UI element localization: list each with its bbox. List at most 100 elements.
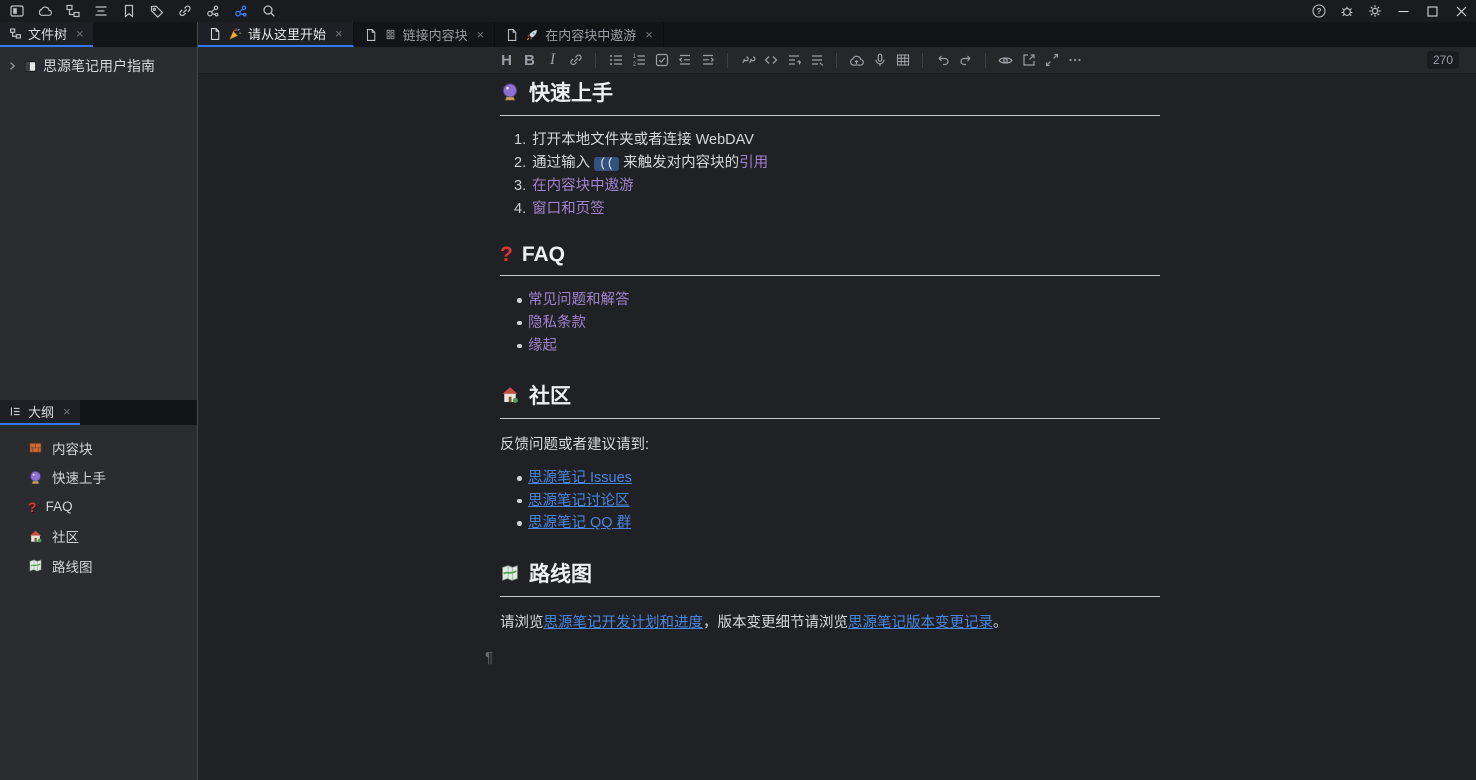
unordered-list-button[interactable] bbox=[605, 50, 626, 71]
list-item[interactable]: 2. 通过输入((来触发对内容块的引用 bbox=[500, 152, 1160, 176]
brick-emoji bbox=[28, 440, 43, 455]
open-window-button[interactable] bbox=[1018, 50, 1039, 71]
heading-faq[interactable]: ? FAQ bbox=[500, 241, 1160, 276]
table-button[interactable] bbox=[892, 50, 913, 71]
chevron-right-icon[interactable] bbox=[6, 60, 18, 72]
file-icon bbox=[364, 28, 378, 42]
tree-item-label: 思源笔记用户指南 bbox=[43, 56, 155, 76]
record-audio-button[interactable] bbox=[869, 50, 890, 71]
external-link[interactable]: 思源笔记版本变更记录 bbox=[848, 615, 993, 631]
task-list-button[interactable] bbox=[651, 50, 672, 71]
list-item[interactable]: 3. 在内容块中遨游 bbox=[500, 175, 1160, 198]
cloud-upload-button[interactable] bbox=[846, 50, 867, 71]
italic-button[interactable]: I bbox=[542, 50, 563, 71]
tab-roam-content-blocks[interactable]: 在内容块中遨游 × bbox=[495, 22, 664, 47]
bookmark-icon[interactable] bbox=[115, 0, 143, 22]
close-icon[interactable]: × bbox=[335, 26, 343, 41]
heading-quickstart[interactable]: 快速上手 bbox=[500, 75, 1160, 116]
inline-code-button[interactable] bbox=[760, 50, 781, 71]
graph-icon-active[interactable] bbox=[227, 0, 255, 22]
close-icon[interactable]: × bbox=[645, 27, 653, 42]
settings-icon[interactable] bbox=[1361, 0, 1389, 22]
quickstart-list: 1. 打开本地文件夹或者连接 WebDAV 2. 通过输入((来触发对内容块的引… bbox=[500, 129, 1160, 220]
community-intro[interactable]: 反馈问题或者建议请到: bbox=[500, 433, 1160, 454]
workspace-icon[interactable] bbox=[3, 0, 31, 22]
list-item[interactable]: 常见问题和解答 bbox=[500, 289, 1160, 312]
roadmap-paragraph[interactable]: 请浏览思源笔记开发计划和进度，版本变更细节请浏览思源笔记版本变更记录。 bbox=[500, 611, 1160, 632]
question-mark-emoji: ? bbox=[500, 243, 513, 267]
block-ref-link[interactable]: 常见问题和解答 bbox=[528, 292, 630, 308]
flowchart-icon[interactable] bbox=[59, 0, 87, 22]
tab-start-here[interactable]: 请从这里开始 × bbox=[198, 22, 354, 47]
block-ref-link[interactable]: 引用 bbox=[739, 155, 768, 171]
list-item[interactable]: 思源笔记 Issues bbox=[500, 467, 1160, 490]
list-number: 1. bbox=[514, 129, 526, 152]
block-ref-link[interactable]: 隐私条款 bbox=[528, 315, 586, 331]
close-icon[interactable]: × bbox=[76, 26, 84, 41]
external-link[interactable]: 思源笔记 QQ 群 bbox=[528, 515, 631, 531]
heading-text: 路线图 bbox=[529, 558, 592, 588]
block-ref-link[interactable]: 在内容块中遨游 bbox=[532, 175, 634, 198]
external-link[interactable]: 思源笔记 Issues bbox=[528, 470, 632, 486]
undo-button[interactable] bbox=[932, 50, 953, 71]
list-item[interactable]: 思源笔记 QQ 群 bbox=[500, 512, 1160, 535]
maximize-button[interactable] bbox=[1418, 0, 1447, 22]
link-button[interactable] bbox=[565, 50, 586, 71]
block-ref-link[interactable]: 窗口和页签 bbox=[532, 198, 605, 221]
heading-roadmap[interactable]: 路线图 bbox=[500, 556, 1160, 597]
list-item[interactable]: 思源笔记讨论区 bbox=[500, 490, 1160, 513]
svg-text:2: 2 bbox=[632, 62, 636, 68]
close-icon[interactable]: × bbox=[63, 404, 71, 419]
filetree-tabbar: 文件树 × bbox=[0, 22, 197, 47]
tab-link-content-block[interactable]: 链接内容块 × bbox=[354, 22, 496, 47]
question-mark-emoji: ? bbox=[28, 499, 37, 515]
indent-button[interactable] bbox=[697, 50, 718, 71]
search-icon[interactable] bbox=[255, 0, 283, 22]
svg-text:?: ? bbox=[1316, 6, 1321, 16]
close-button[interactable] bbox=[1447, 0, 1476, 22]
more-icon[interactable] bbox=[1064, 50, 1085, 71]
preview-button[interactable] bbox=[995, 50, 1016, 71]
bold-button[interactable]: B bbox=[519, 50, 540, 71]
external-link[interactable]: 思源笔记开发计划和进度 bbox=[544, 615, 704, 631]
graph-icon[interactable] bbox=[199, 0, 227, 22]
redo-button[interactable] bbox=[955, 50, 976, 71]
tab-filetree[interactable]: 文件树 × bbox=[0, 22, 93, 47]
outline-item-roadmap[interactable]: 路线图 bbox=[0, 551, 197, 581]
list-item[interactable]: 1. 打开本地文件夹或者连接 WebDAV bbox=[500, 129, 1160, 152]
editor-surface[interactable]: 快速上手 1. 打开本地文件夹或者连接 WebDAV 2. 通过输入((来触发对… bbox=[198, 74, 1476, 780]
paragraph-mark[interactable]: ¶ bbox=[485, 649, 1160, 666]
heading-community[interactable]: 社区 bbox=[500, 378, 1160, 419]
list-item[interactable]: 缘起 bbox=[500, 335, 1160, 358]
link-icon[interactable] bbox=[171, 0, 199, 22]
clear-format-button[interactable] bbox=[806, 50, 827, 71]
tag-icon[interactable] bbox=[143, 0, 171, 22]
fullscreen-button[interactable] bbox=[1041, 50, 1062, 71]
list-number: 2. bbox=[514, 152, 526, 176]
map-emoji bbox=[28, 558, 43, 573]
block-ref-link[interactable]: 缘起 bbox=[528, 338, 557, 354]
cloud-sync-icon[interactable] bbox=[31, 0, 59, 22]
bug-report-icon[interactable] bbox=[1333, 0, 1361, 22]
help-icon[interactable]: ? bbox=[1305, 0, 1333, 22]
external-link[interactable]: 思源笔记讨论区 bbox=[528, 493, 630, 509]
tab-outline[interactable]: 大纲 × bbox=[0, 400, 80, 425]
editor-tab-label: 在内容块中遨游 bbox=[545, 25, 636, 44]
app-body: 文件树 × 思源笔记用户指南 bbox=[0, 22, 1476, 780]
list-item[interactable]: 隐私条款 bbox=[500, 312, 1160, 335]
outline-item-faq[interactable]: ? FAQ bbox=[0, 492, 197, 522]
send-block-button[interactable] bbox=[783, 50, 804, 71]
editor-toolbar: H B I 12 bbox=[198, 47, 1476, 74]
heading-button[interactable]: H bbox=[496, 50, 517, 71]
tree-item-user-guide[interactable]: 思源笔记用户指南 bbox=[0, 47, 197, 82]
quote-button[interactable] bbox=[737, 50, 758, 71]
align-center-icon[interactable] bbox=[87, 0, 115, 22]
outline-item-content-block[interactable]: 内容块 bbox=[0, 433, 197, 463]
list-item[interactable]: 4. 窗口和页签 bbox=[500, 198, 1160, 221]
outline-item-community[interactable]: 社区 bbox=[0, 522, 197, 552]
close-icon[interactable]: × bbox=[477, 27, 485, 42]
outline-item-quickstart[interactable]: 快速上手 bbox=[0, 463, 197, 493]
minimize-button[interactable] bbox=[1389, 0, 1418, 22]
outdent-button[interactable] bbox=[674, 50, 695, 71]
ordered-list-button[interactable]: 12 bbox=[628, 50, 649, 71]
